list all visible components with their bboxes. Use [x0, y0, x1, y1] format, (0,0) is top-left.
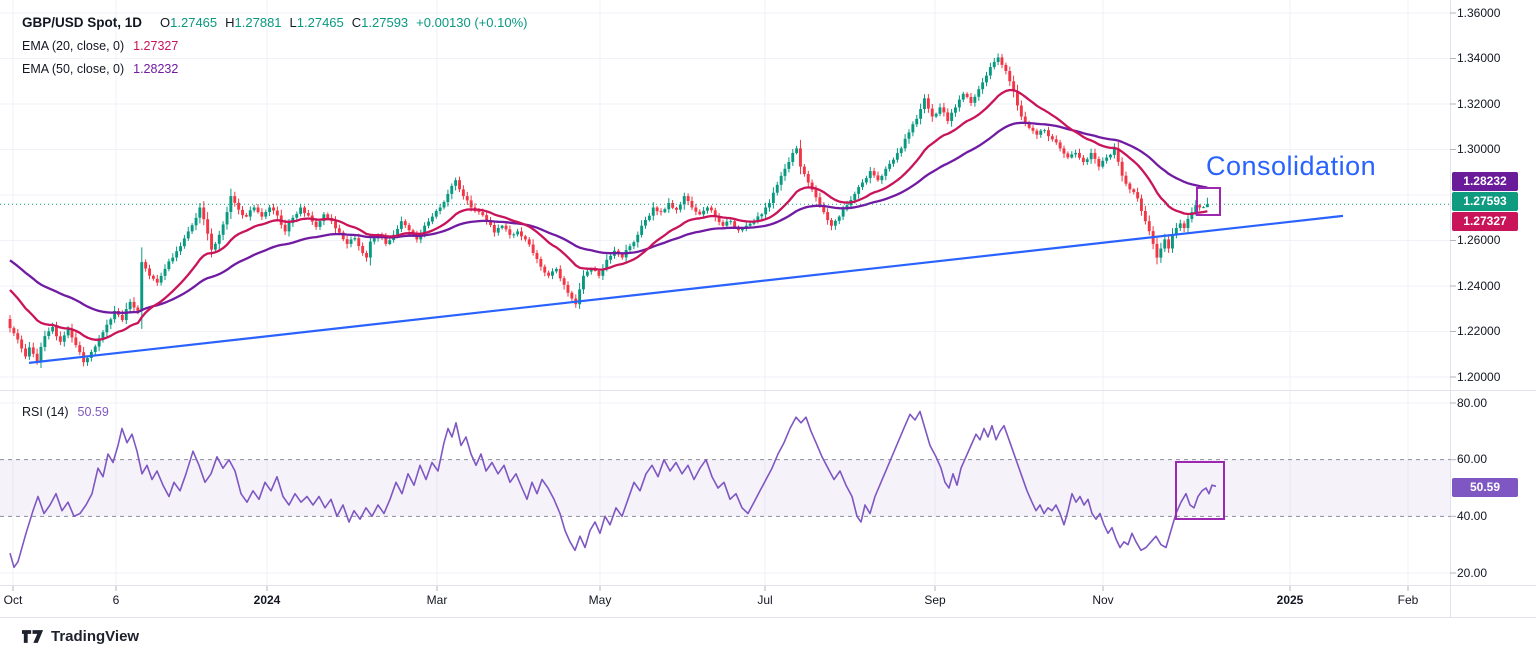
time-axis-label: 2024: [232, 593, 302, 607]
time-axis-label: 2025: [1255, 593, 1325, 607]
chart-window: GBP/USD Spot, 1DO1.27465H1.27881L1.27465…: [0, 0, 1536, 658]
tradingview-logo-icon: [22, 628, 44, 645]
time-axis-label: 6: [81, 593, 151, 607]
tradingview-logo-text: TradingView: [51, 628, 139, 645]
time-axis-label: Sep: [900, 593, 970, 607]
time-axis-label: Oct: [0, 593, 48, 607]
time-axis-label: Nov: [1068, 593, 1138, 607]
time-axis-label: May: [565, 593, 635, 607]
time-axis[interactable]: Oct 6 2024 Mar May Jul Sep Nov 2025 Feb: [0, 0, 1536, 658]
time-axis-label: Jul: [730, 593, 800, 607]
tradingview-logo[interactable]: TradingView: [22, 628, 139, 645]
time-axis-label: Mar: [402, 593, 472, 607]
time-axis-label: Feb: [1373, 593, 1443, 607]
